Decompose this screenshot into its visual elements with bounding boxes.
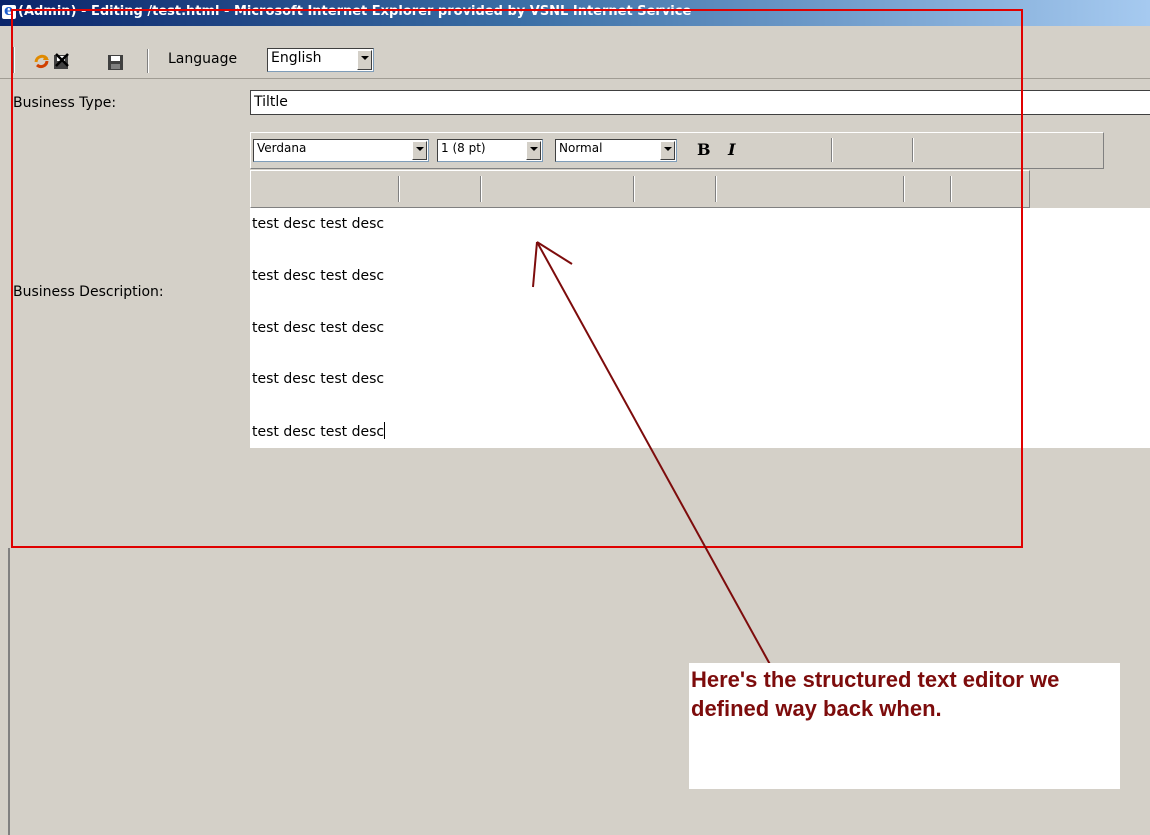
annotation-text: Here's the structured text editor we def… [691,667,1060,721]
annotation-note: Here's the structured text editor we def… [689,663,1120,789]
